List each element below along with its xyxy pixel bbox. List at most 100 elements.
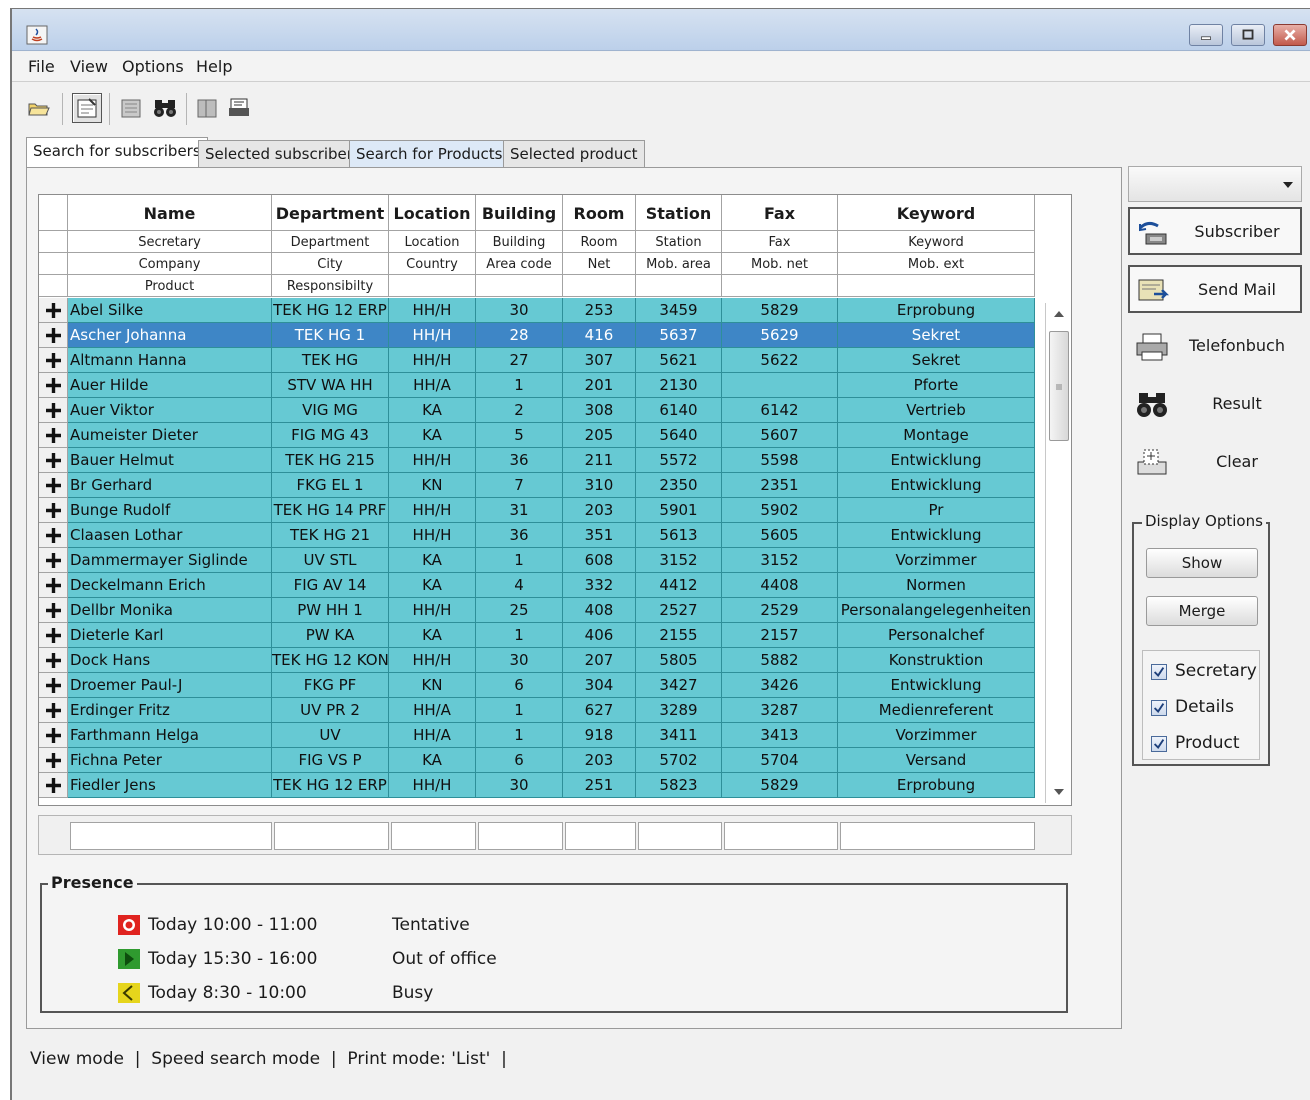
expand-row-button[interactable]	[39, 473, 68, 498]
table-row[interactable]: Auer Viktor VIG MG KA 2 308 6140 6142 Vertrieb	[39, 398, 1039, 423]
plus-icon	[46, 553, 61, 568]
column-header[interactable]: Room	[563, 195, 636, 231]
expand-row-button[interactable]	[39, 773, 68, 798]
table-row[interactable]: Deckelmann Erich FIG AV 14 KA 4 332 4412 4408 N…	[39, 573, 1039, 598]
table-row[interactable]: Bunge Rudolf TEK HG 14 PRF HH/H 31 203 5901 59…	[39, 498, 1039, 523]
column-header[interactable]: Fax	[722, 195, 838, 231]
column-filter-input[interactable]	[638, 822, 722, 850]
column-filter-input[interactable]	[724, 822, 838, 850]
column-filter-input[interactable]	[478, 822, 563, 850]
close-button[interactable]	[1273, 24, 1307, 46]
table-cell: Dellbr Monika	[68, 598, 272, 623]
column-filter-input[interactable]	[840, 822, 1035, 850]
expand-row-button[interactable]	[39, 398, 68, 423]
print-button[interactable]	[224, 93, 254, 123]
subscriber-button[interactable]: Subscriber	[1128, 207, 1302, 255]
table-cell: KN	[389, 673, 476, 698]
clear-button[interactable]: Clear	[1128, 439, 1302, 487]
expand-row-button[interactable]	[39, 598, 68, 623]
table-row[interactable]: Ascher Johanna TEK HG 1 HH/H 28 416 5637 5629 S…	[39, 323, 1039, 348]
table-cell: 6	[476, 748, 563, 773]
column-header[interactable]: Name	[68, 195, 272, 231]
column-header[interactable]: Keyword	[838, 195, 1035, 231]
expand-row-button[interactable]	[39, 698, 68, 723]
table-row[interactable]: Altmann Hanna TEK HG HH/H 27 307 5621 5622 Sekr…	[39, 348, 1039, 373]
table-row[interactable]: Bauer Helmut TEK HG 215 HH/H 36 211 5572 5598 E…	[39, 448, 1039, 473]
tab-selected-subscriber[interactable]: Selected subscriber	[198, 140, 360, 168]
table-row[interactable]: Dock Hans TEK HG 12 KON HH/H 30 207 5805 5882 K…	[39, 648, 1039, 673]
expand-row-button[interactable]	[39, 498, 68, 523]
expand-row-button[interactable]	[39, 648, 68, 673]
table-cell: 5637	[636, 323, 722, 348]
column-header[interactable]: Department	[272, 195, 389, 231]
table-row[interactable]: Dammermayer Siglinde UV STL KA 1 608 3152 3152…	[39, 548, 1039, 573]
menu-help[interactable]: Help	[196, 57, 232, 76]
details-checkbox[interactable]	[1151, 700, 1167, 716]
menu-file[interactable]: File	[28, 57, 55, 76]
telefonbuch-button[interactable]: Telefonbuch	[1128, 323, 1302, 371]
table-row[interactable]: Dellbr Monika PW HH 1 HH/H 25 408 2527 2529 Per…	[39, 598, 1039, 623]
column-filter-input[interactable]	[391, 822, 476, 850]
column-header[interactable]: Station	[636, 195, 722, 231]
expand-row-button[interactable]	[39, 573, 68, 598]
expand-row-button[interactable]	[39, 748, 68, 773]
presence-time: Today 15:30 - 16:00	[148, 949, 318, 969]
table-row[interactable]: Fichna Peter FIG VS P KA 6 203 5702 5704 Versan…	[39, 748, 1039, 773]
scroll-down-arrow[interactable]	[1054, 789, 1064, 795]
column-filter-input[interactable]	[565, 822, 636, 850]
expand-row-button[interactable]	[39, 723, 68, 748]
edit-form-button[interactable]	[72, 93, 102, 123]
expand-row-button[interactable]	[39, 323, 68, 348]
result-button[interactable]: Result	[1128, 381, 1302, 429]
column-filter-input[interactable]	[70, 822, 272, 850]
expand-row-button[interactable]	[39, 423, 68, 448]
menu-view[interactable]: View	[70, 57, 108, 76]
menu-options[interactable]: Options	[122, 57, 184, 76]
tab-search-products[interactable]: Search for Products	[349, 140, 510, 168]
tab-selected-product[interactable]: Selected product	[503, 140, 645, 168]
book-button[interactable]	[116, 93, 146, 123]
open-button[interactable]	[24, 93, 54, 123]
expand-row-button[interactable]	[39, 548, 68, 573]
table-row[interactable]: Fiedler Jens TEK HG 12 ERP HH/H 30 251 5823 58…	[39, 773, 1039, 798]
minimize-button[interactable]	[1189, 24, 1223, 46]
column-header[interactable]: Building	[476, 195, 563, 231]
table-vertical-scrollbar[interactable]	[1045, 303, 1071, 803]
table-row[interactable]: Br Gerhard FKG EL 1 KN 7 310 2350 2351 Entwickl…	[39, 473, 1039, 498]
checkmark-icon	[1153, 667, 1165, 678]
table-cell: FIG MG 43	[272, 423, 389, 448]
secretary-checkbox[interactable]	[1151, 664, 1167, 680]
expand-row-button[interactable]	[39, 373, 68, 398]
view-select[interactable]	[1128, 166, 1302, 202]
table-row[interactable]: Aumeister Dieter FIG MG 43 KA 5 205 5640 5607 M…	[39, 423, 1039, 448]
table-cell: 2529	[722, 598, 838, 623]
product-checkbox[interactable]	[1151, 736, 1167, 752]
column-header[interactable]: Location	[389, 195, 476, 231]
table-cell: 3289	[636, 698, 722, 723]
expand-row-button[interactable]	[39, 523, 68, 548]
expand-row-button[interactable]	[39, 673, 68, 698]
expand-row-button[interactable]	[39, 298, 68, 323]
expand-row-button[interactable]	[39, 623, 68, 648]
send-mail-button[interactable]: Send Mail	[1128, 265, 1302, 313]
search-button[interactable]	[150, 93, 180, 123]
table-row[interactable]: Auer Hilde STV WA HH HH/A 1 201 2130 Pforte	[39, 373, 1039, 398]
plus-icon	[46, 728, 61, 743]
table-row[interactable]: Claasen Lothar TEK HG 21 HH/H 36 351 5613 5605…	[39, 523, 1039, 548]
tab-search-subscribers[interactable]: Search for subscribers	[26, 137, 208, 167]
column-filter-input[interactable]	[274, 822, 389, 850]
scrollbar-thumb[interactable]	[1049, 331, 1069, 441]
merge-button[interactable]: Merge	[1146, 596, 1258, 626]
list-button[interactable]	[192, 93, 222, 123]
scroll-up-arrow[interactable]	[1054, 311, 1064, 317]
table-row[interactable]: Abel Silke TEK HG 12 ERP HH/H 30 253 3459 5829…	[39, 298, 1039, 323]
table-row[interactable]: Droemer Paul-J FKG PF KN 6 304 3427 3426 Entwic…	[39, 673, 1039, 698]
table-row[interactable]: Dieterle Karl PW KA KA 1 406 2155 2157 Personal…	[39, 623, 1039, 648]
maximize-button[interactable]	[1231, 24, 1265, 46]
table-row[interactable]: Erdinger Fritz UV PR 2 HH/A 1 627 3289 3287 Med…	[39, 698, 1039, 723]
expand-row-button[interactable]	[39, 348, 68, 373]
column-subheader: Area code	[476, 253, 563, 275]
show-button[interactable]: Show	[1146, 548, 1258, 578]
expand-row-button[interactable]	[39, 448, 68, 473]
table-row[interactable]: Farthmann Helga UV HH/A 1 918 3411 3413 Vorzimm…	[39, 723, 1039, 748]
